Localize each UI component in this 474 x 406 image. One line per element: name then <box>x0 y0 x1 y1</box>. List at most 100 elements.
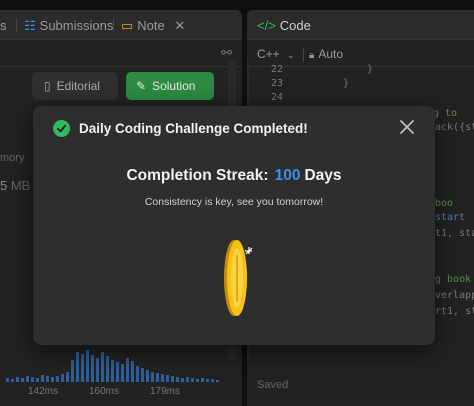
histogram-bar <box>21 378 24 382</box>
lock-icon: 🔒︎ <box>309 50 315 61</box>
completion-streak: Completion Streak: 100 Days <box>33 167 435 185</box>
tab-code[interactable]: </> Code <box>257 18 311 33</box>
save-status: Saved <box>257 379 289 391</box>
histogram-bar <box>46 376 49 382</box>
histogram-bar <box>76 352 79 382</box>
histogram-bar <box>106 356 109 382</box>
challenge-completed-dialog: Daily Coding Challenge Completed! Comple… <box>33 106 435 345</box>
histogram-bar <box>121 364 124 382</box>
histogram-bar <box>131 361 134 382</box>
code-text: t1, sta <box>435 228 474 239</box>
tab-note[interactable]: ▭ Note ✕ <box>121 18 185 34</box>
tab-description[interactable]: s <box>0 18 7 33</box>
histogram-bar <box>126 358 129 382</box>
code-text: g to <box>433 108 458 119</box>
close-icon[interactable] <box>399 119 415 135</box>
streak-label: Completion Streak: <box>126 167 269 184</box>
histogram-bar <box>111 360 114 382</box>
tab-submissions[interactable]: ☷ Submissions <box>24 18 113 34</box>
dialog-title: Daily Coding Challenge Completed! <box>79 120 308 136</box>
toolbar-divider <box>303 48 304 62</box>
histogram-bar <box>141 368 144 382</box>
histogram-bar <box>156 373 159 382</box>
histogram-bar <box>201 378 204 382</box>
code-icon: </> <box>257 18 276 33</box>
histogram-bar <box>26 376 29 382</box>
edit-icon: ✎ <box>136 79 147 93</box>
axis-label: 160ms <box>89 386 120 397</box>
histogram-bar <box>211 379 214 382</box>
histogram-bar <box>91 355 94 382</box>
code-text: start <box>435 212 466 223</box>
code-text: verlapp <box>435 290 474 301</box>
runtime-distribution-chart <box>0 350 240 382</box>
book-icon: ▯ <box>44 79 51 93</box>
app-root: s ☷ Submissions ▭ Note ✕ ⚯ mory 5 MB 142ms… <box>0 0 474 406</box>
streak-value: 100 <box>274 167 301 184</box>
histogram-bar <box>116 362 119 382</box>
problem-subbar: ⚯ <box>0 41 242 67</box>
histogram-bar <box>11 379 14 382</box>
dialog-header: Daily Coding Challenge Completed! <box>53 119 308 137</box>
histogram-bar <box>216 380 219 382</box>
histogram-bar <box>196 379 199 382</box>
auto-mode[interactable]: 🔒︎ Auto <box>309 47 343 61</box>
tab-note-label: Note <box>137 18 165 33</box>
close-tab-icon[interactable]: ✕ <box>174 18 185 33</box>
code-tabbar: </> Code <box>247 10 474 40</box>
histogram-bar <box>51 377 54 382</box>
code-text: ack({st <box>435 122 474 133</box>
histogram-bar <box>31 377 34 382</box>
problem-tabbar: s ☷ Submissions ▭ Note ✕ <box>0 10 242 40</box>
code-text: rt1, st <box>435 306 474 317</box>
histogram-bar <box>61 374 64 382</box>
histogram-bar <box>86 350 89 382</box>
histogram-bar <box>96 358 99 382</box>
histogram-bar <box>206 379 209 382</box>
histogram-bar <box>151 372 154 382</box>
histogram-bar <box>136 366 139 382</box>
memory-label: mory <box>0 152 25 164</box>
tab-divider <box>16 18 17 32</box>
histogram-bar <box>6 378 9 382</box>
encouragement-text: Consistency is key, see you tomorrow! <box>144 196 324 208</box>
link-icon[interactable]: ⚯ <box>221 45 232 61</box>
coin-icon <box>223 237 255 319</box>
memory-value: 5 MB <box>0 178 31 193</box>
line-number: 24 <box>271 92 284 103</box>
histogram-bar <box>56 376 59 382</box>
tab-code-label: Code <box>279 18 311 33</box>
submissions-icon: ☷ <box>24 18 36 33</box>
auto-label: Auto <box>318 47 344 61</box>
solution-label: Solution <box>152 79 196 93</box>
histogram-bar <box>66 372 69 382</box>
code-text: boo <box>435 198 454 209</box>
histogram-bar <box>186 377 189 382</box>
code-text: g book <box>435 274 472 285</box>
language-select[interactable]: C++ ⌄ <box>257 47 295 61</box>
chevron-down-icon: ⌄ <box>287 50 295 60</box>
editorial-button[interactable]: ▯ Editorial <box>32 72 118 100</box>
streak-unit: Days <box>304 167 342 184</box>
line-number: 23 <box>271 78 284 89</box>
check-circle-icon <box>53 119 70 137</box>
histogram-bar <box>71 360 74 382</box>
code-text: } <box>343 78 350 89</box>
histogram-bar <box>176 377 179 382</box>
histogram-bar <box>146 370 149 382</box>
tab-submissions-label: Submissions <box>39 18 114 33</box>
solution-button[interactable]: ✎ Solution <box>126 72 214 100</box>
histogram-bar <box>191 378 194 382</box>
histogram-bar <box>41 375 44 382</box>
line-number: 22 <box>271 64 284 75</box>
histogram-bar <box>171 376 174 382</box>
histogram-bar <box>101 352 104 382</box>
memory-unit: MB <box>10 178 31 193</box>
histogram-bar <box>181 378 184 382</box>
tab-divider <box>113 18 114 32</box>
histogram-bar <box>161 374 164 382</box>
histogram-bar <box>36 378 39 382</box>
language-label: C++ <box>257 47 280 61</box>
code-text: } <box>367 64 374 75</box>
axis-label: 142ms <box>28 386 59 397</box>
